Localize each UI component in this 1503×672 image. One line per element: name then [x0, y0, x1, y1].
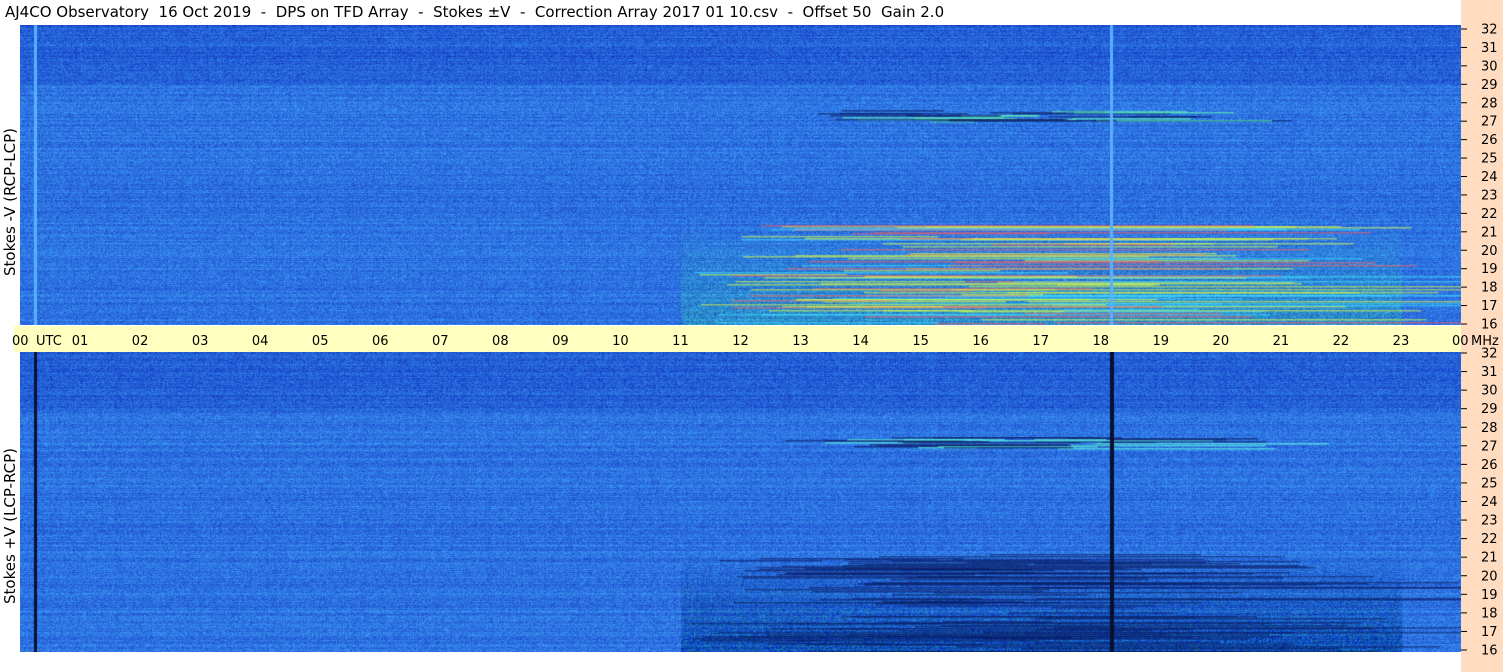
x-tick-label: 00 [12, 334, 29, 349]
x-tick-label: UTC [36, 334, 62, 349]
x-tick-label: 02 [132, 334, 149, 349]
bottom-y-tick-label: 17 [1481, 625, 1498, 640]
top-y-tick-label: 27 [1481, 115, 1498, 130]
x-tick-label: 10 [612, 334, 629, 349]
bottom-y-tick-label: 18 [1481, 606, 1498, 621]
bottom-y-tick-label: 23 [1481, 514, 1498, 529]
top-y-tick-label: 32 [1481, 23, 1498, 38]
x-tick-label: 05 [312, 334, 329, 349]
x-tick-label: 20 [1213, 334, 1230, 349]
x-tick-label: 16 [972, 334, 989, 349]
top-y-tick-label: 21 [1481, 225, 1498, 240]
top-y-tick-label: 18 [1481, 281, 1498, 296]
top-y-tick-label: 16 [1481, 318, 1498, 333]
top-y-tick-label: 23 [1481, 188, 1498, 203]
x-tick-label: 11 [672, 334, 689, 349]
top-y-tick-label: 24 [1481, 170, 1498, 185]
top-y-tick-label: 25 [1481, 152, 1498, 167]
bottom-y-tick-label: 24 [1481, 495, 1498, 510]
bottom-y-tick-label: 20 [1481, 569, 1498, 584]
x-tick-label: 19 [1153, 334, 1170, 349]
bottom-y-tick-label: 31 [1481, 365, 1498, 380]
bottom-y-tick-label: 27 [1481, 439, 1498, 454]
top-y-tick-label: 20 [1481, 244, 1498, 259]
x-tick-label: 23 [1393, 334, 1410, 349]
top-y-tick-label: 29 [1481, 78, 1498, 93]
x-tick-label: 17 [1032, 334, 1049, 349]
x-tick-label: 18 [1092, 334, 1109, 349]
x-tick-label: 00 [1452, 334, 1469, 349]
x-tick-label: 07 [432, 334, 449, 349]
top-y-tick-label: 19 [1481, 262, 1498, 277]
x-tick-label: 15 [912, 334, 929, 349]
bottom-y-tick-label: 19 [1481, 588, 1498, 603]
bottom-y-tick-label: 21 [1481, 551, 1498, 566]
bottom-y-tick-label: 22 [1481, 532, 1498, 547]
top-y-tick-label: 17 [1481, 299, 1498, 314]
x-tick-label: 21 [1273, 334, 1290, 349]
x-tick-label: 12 [732, 334, 749, 349]
top-y-tick-label: 22 [1481, 207, 1498, 222]
top-y-tick-label: 30 [1481, 59, 1498, 74]
top-y-tick-label: 26 [1481, 133, 1498, 148]
bottom-y-tick-label: 26 [1481, 458, 1498, 473]
bottom-y-tick-label: 16 [1481, 644, 1498, 659]
x-tick-label: 06 [372, 334, 389, 349]
x-tick-label: 01 [72, 334, 89, 349]
bottom-y-tick-label: 30 [1481, 384, 1498, 399]
chart-axes: 00 UTC 01 02 03 04 05 06 07 08 09 10 11 12 13 14 15 16 17 1… [12, 23, 1499, 659]
x-tick-label: 14 [852, 334, 869, 349]
top-y-tick-label: 28 [1481, 96, 1498, 111]
x-tick-label: 22 [1333, 334, 1350, 349]
x-tick-label: 03 [192, 334, 209, 349]
bottom-y-tick-label: 28 [1481, 421, 1498, 436]
top-y-tick-label: 31 [1481, 41, 1498, 56]
x-tick-label: 09 [552, 334, 569, 349]
x-tick-label: 08 [492, 334, 509, 349]
x-tick-label: 04 [252, 334, 269, 349]
bottom-y-tick-label: 25 [1481, 476, 1498, 491]
x-tick-label: 13 [792, 334, 809, 349]
bottom-y-tick-label: 32 [1481, 347, 1498, 362]
bottom-y-tick-label: 29 [1481, 402, 1498, 417]
